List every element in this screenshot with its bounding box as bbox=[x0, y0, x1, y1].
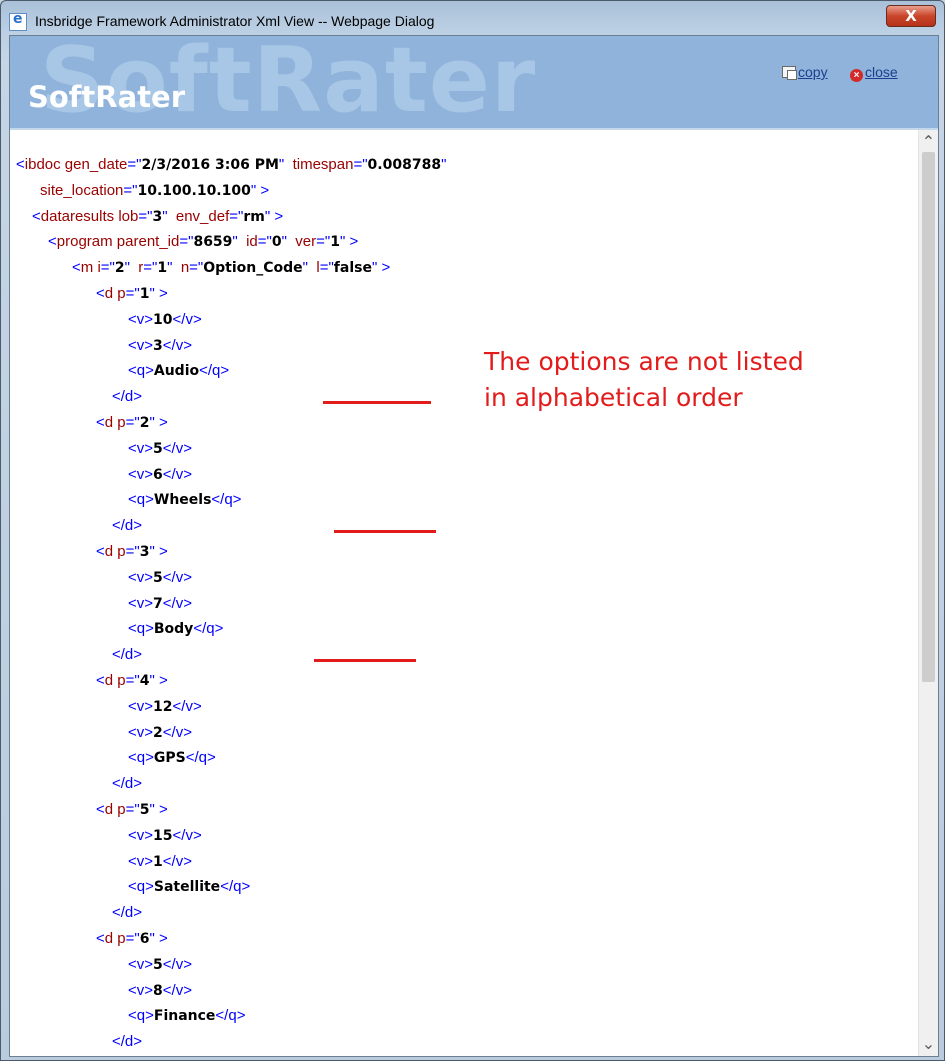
program-ver: 1 bbox=[330, 234, 340, 251]
copy-label: copy bbox=[798, 64, 828, 80]
close-icon: × bbox=[850, 69, 863, 82]
copy-icon bbox=[782, 66, 797, 80]
q-value: Audio bbox=[153, 363, 200, 380]
d-p-value: 2 bbox=[139, 414, 150, 431]
xml-line-v: <v>2</v> bbox=[128, 723, 192, 741]
xml-line-m: <m i="2" r="1" n="Option_Code" l="false"… bbox=[72, 259, 391, 277]
xml-document: <ibdoc gen_date="2/3/2016 3:06 PM" times… bbox=[16, 152, 446, 1056]
xml-line-d-open: <d p="2" > bbox=[96, 413, 168, 431]
annotation-note: The options are not listed in alphabetic… bbox=[484, 344, 884, 416]
ie-page-icon bbox=[9, 11, 27, 31]
xml-line-v: <v>6</v> bbox=[128, 465, 192, 483]
v-value: 1 bbox=[153, 853, 163, 870]
q-value: Satellite bbox=[153, 879, 221, 896]
xml-line-v: <v>12</v> bbox=[128, 697, 202, 715]
q-value: Wheels bbox=[153, 492, 212, 509]
xml-line-d-open: <d p="7" > bbox=[16, 1055, 446, 1056]
softrater-header: SoftRater SoftRater copy × close bbox=[10, 36, 938, 130]
v-value: 7 bbox=[153, 595, 163, 612]
program-parent-id: 8659 bbox=[193, 234, 233, 251]
v-value: 3 bbox=[153, 337, 163, 354]
xml-line-q: <q>Body</q> bbox=[128, 620, 224, 638]
xml-line-d-close: </d> bbox=[112, 388, 143, 406]
xml-line-program: <program parent_id="8659" id="0" ver="1"… bbox=[48, 233, 359, 251]
xml-line-d-open: <d p="6" > bbox=[96, 929, 168, 947]
copy-link[interactable]: copy bbox=[782, 64, 828, 80]
window-close-button[interactable]: X bbox=[886, 5, 936, 27]
xml-line-v: <v>15</v> bbox=[128, 826, 202, 844]
xml-line-v: <v>8</v> bbox=[128, 981, 192, 999]
v-value: 8 bbox=[153, 982, 163, 999]
xml-line-d-open: <d p="5" > bbox=[96, 800, 168, 818]
xml-line-site-location: site_location="10.100.10.100" > bbox=[40, 181, 270, 199]
scroll-down-arrow-icon[interactable]: ⌄ bbox=[919, 1034, 938, 1054]
q-value: Body bbox=[153, 621, 194, 638]
d-p-value: 5 bbox=[139, 801, 150, 818]
m-n: Option_Code bbox=[203, 260, 303, 277]
xml-line-q: <q>Wheels</q> bbox=[128, 491, 242, 509]
dataresults-lob: 3 bbox=[152, 208, 163, 225]
dataresults-env-def: rm bbox=[243, 208, 265, 225]
v-value: 5 bbox=[153, 440, 163, 457]
xml-line-v: <v>5</v> bbox=[128, 955, 192, 973]
close-label: close bbox=[865, 64, 898, 80]
v-value: 2 bbox=[153, 724, 163, 741]
xml-line-d-close: </d> bbox=[112, 775, 143, 793]
xml-line-d-close: </d> bbox=[112, 646, 143, 664]
xml-line-d-open: <d p="4" > bbox=[96, 671, 168, 689]
xml-line-d-close: </d> bbox=[112, 517, 143, 535]
xml-line-d-close: </d> bbox=[112, 1033, 143, 1051]
ibdoc-site-location: 10.100.10.100 bbox=[137, 182, 251, 199]
d-p-value: 4 bbox=[139, 672, 150, 689]
xml-line-q: <q>GPS</q> bbox=[128, 749, 216, 767]
xml-line-q: <q>Finance</q> bbox=[128, 1007, 246, 1025]
xml-line-v: <v>7</v> bbox=[128, 594, 192, 612]
window-title: Insbridge Framework Administrator Xml Vi… bbox=[35, 13, 435, 29]
m-r: 1 bbox=[157, 260, 168, 277]
v-value: 5 bbox=[153, 956, 163, 973]
xml-line-q: <q>Audio</q> bbox=[128, 362, 230, 380]
scrollbar-thumb[interactable] bbox=[922, 152, 935, 682]
brand-logo: SoftRater bbox=[28, 80, 186, 114]
q-value: Finance bbox=[153, 1008, 216, 1025]
ibdoc-timespan: 0.008788 bbox=[367, 157, 442, 173]
v-value: 15 bbox=[153, 827, 173, 844]
xml-line-ibdoc: <ibdoc gen_date="2/3/2016 3:06 PM" times… bbox=[16, 156, 447, 173]
xml-line-d-open: <d p="3" > bbox=[96, 542, 168, 560]
dialog-client-area: SoftRater SoftRater copy × close <ibdoc g… bbox=[9, 35, 939, 1057]
d-p-value: 6 bbox=[139, 930, 150, 947]
xml-line-dataresults: <dataresults lob="3" env_def="rm" > bbox=[32, 207, 284, 225]
m-i: 2 bbox=[114, 260, 125, 277]
xml-line-v: <v>5</v> bbox=[128, 439, 192, 457]
annotation-underline-body bbox=[314, 659, 416, 662]
vertical-scrollbar[interactable]: ⌃ ⌄ bbox=[918, 130, 938, 1056]
annotation-line-2: in alphabetical order bbox=[484, 383, 743, 412]
xml-line-q: <q>Satellite</q> bbox=[128, 878, 251, 896]
xml-line-v: <v>3</v> bbox=[128, 336, 192, 354]
xml-line-v: <v>10</v> bbox=[128, 310, 202, 328]
v-value: 12 bbox=[153, 698, 173, 715]
d-p-value: 1 bbox=[139, 285, 150, 302]
xml-view[interactable]: <ibdoc gen_date="2/3/2016 3:06 PM" times… bbox=[10, 130, 918, 1056]
m-l: false bbox=[333, 260, 372, 277]
annotation-line-1: The options are not listed bbox=[484, 347, 804, 376]
annotation-underline-audio bbox=[323, 401, 431, 404]
xml-line-d-close: </d> bbox=[112, 904, 143, 922]
d-p-value: 3 bbox=[139, 543, 150, 560]
v-value: 6 bbox=[153, 466, 163, 483]
xml-line-v: <v>5</v> bbox=[128, 568, 192, 586]
annotation-underline-wheels bbox=[334, 530, 436, 533]
xml-line-d-open: <d p="1" > bbox=[96, 284, 168, 302]
ibdoc-gen-date: 2/3/2016 3:06 PM bbox=[141, 157, 279, 173]
q-value: GPS bbox=[153, 750, 186, 767]
close-link[interactable]: × close bbox=[850, 64, 898, 82]
scroll-up-arrow-icon[interactable]: ⌃ bbox=[919, 132, 938, 152]
v-value: 5 bbox=[153, 569, 163, 586]
program-id: 0 bbox=[271, 234, 282, 251]
dialog-window: Insbridge Framework Administrator Xml Vi… bbox=[0, 0, 945, 1061]
v-value: 10 bbox=[153, 311, 173, 328]
xml-line-v: <v>1</v> bbox=[128, 852, 192, 870]
